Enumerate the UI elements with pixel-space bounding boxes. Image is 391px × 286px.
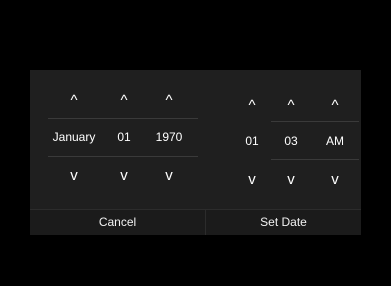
hour-increase-button[interactable]: ^ <box>234 97 270 115</box>
cancel-button[interactable]: Cancel <box>30 210 205 235</box>
minute-increase-button[interactable]: ^ <box>273 97 309 115</box>
selection-divider-top <box>271 121 359 122</box>
chevron-up-icon: ^ <box>331 97 339 114</box>
hour-decrease-button[interactable]: v <box>234 171 270 189</box>
year-column: ^ 1970 v <box>147 70 191 209</box>
month-increase-button[interactable]: ^ <box>30 92 118 110</box>
selection-divider-bottom <box>271 159 359 160</box>
selection-divider-top <box>48 118 198 119</box>
minute-column: ^ 03 v <box>273 70 309 209</box>
chevron-up-icon: ^ <box>248 97 256 114</box>
chevron-down-icon: v <box>165 167 173 184</box>
month-value: January <box>52 130 96 144</box>
chevron-down-icon: v <box>248 171 256 188</box>
day-increase-button[interactable]: ^ <box>106 92 142 110</box>
hour-column: ^ 01 v <box>234 70 270 209</box>
date-time-dialog: ^ January v ^ 01 v ^ 1970 v ^ 01 v ^ 03 … <box>30 70 361 235</box>
chevron-up-icon: ^ <box>70 92 78 109</box>
period-decrease-button[interactable]: v <box>315 171 355 189</box>
year-value: 1970 <box>155 130 183 144</box>
chevron-down-icon: v <box>287 171 295 188</box>
month-decrease-button[interactable]: v <box>30 167 118 185</box>
day-value: 01 <box>117 130 131 144</box>
chevron-up-icon: ^ <box>287 97 295 114</box>
selection-divider-bottom <box>48 156 198 157</box>
day-column: ^ 01 v <box>106 70 142 209</box>
screen: ^ January v ^ 01 v ^ 1970 v ^ 01 v ^ 03 … <box>0 0 391 286</box>
period-column: ^ AM v <box>315 70 355 209</box>
chevron-down-icon: v <box>331 171 339 188</box>
set-date-button[interactable]: Set Date <box>206 210 361 235</box>
minute-decrease-button[interactable]: v <box>273 171 309 189</box>
chevron-down-icon: v <box>70 167 78 184</box>
month-column: ^ January v <box>30 70 118 209</box>
chevron-up-icon: ^ <box>165 92 173 109</box>
dialog-footer: Cancel Set Date <box>30 209 361 235</box>
period-increase-button[interactable]: ^ <box>315 97 355 115</box>
chevron-up-icon: ^ <box>120 92 128 109</box>
year-decrease-button[interactable]: v <box>147 167 191 185</box>
day-decrease-button[interactable]: v <box>106 167 142 185</box>
period-value: AM <box>326 134 344 148</box>
date-picker: ^ January v ^ 01 v ^ 1970 v <box>30 70 205 209</box>
minute-value: 03 <box>284 134 298 148</box>
time-picker: ^ 01 v ^ 03 v ^ AM v <box>205 70 361 209</box>
year-increase-button[interactable]: ^ <box>147 92 191 110</box>
hour-value: 01 <box>245 134 259 148</box>
chevron-down-icon: v <box>120 167 128 184</box>
